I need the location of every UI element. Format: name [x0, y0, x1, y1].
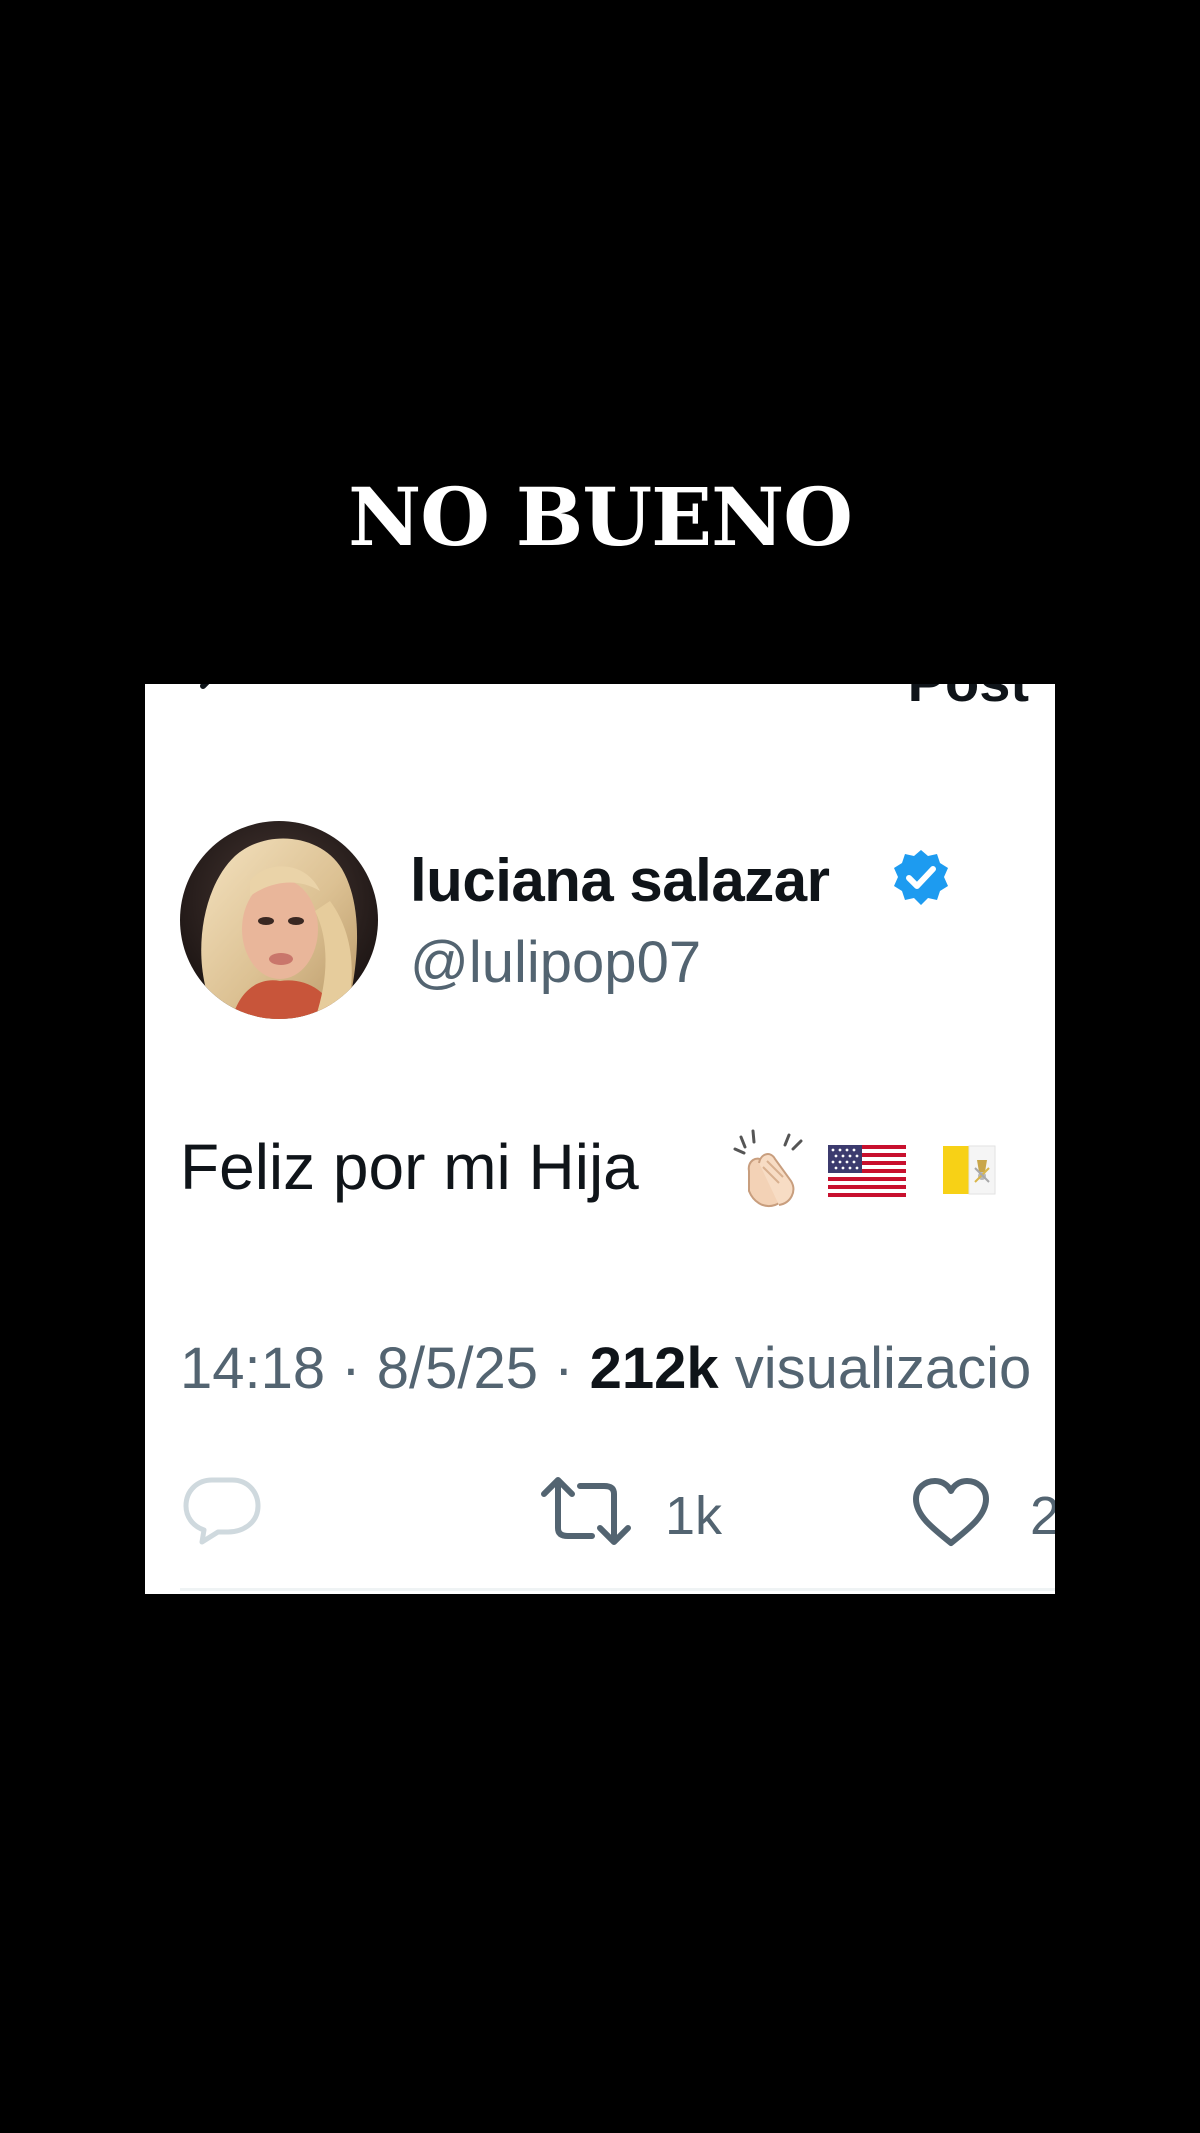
tweet-text: Feliz por mi Hija [180, 1131, 639, 1203]
views-count: 212k [589, 1336, 719, 1401]
verified-badge-icon [894, 850, 948, 905]
vatican-flag-icon [943, 1145, 996, 1195]
avatar[interactable] [180, 821, 378, 1019]
divider [180, 1588, 1055, 1591]
headline: NO BUENO [348, 470, 853, 564]
tweet-date[interactable]: 8/5/25 [377, 1336, 538, 1401]
tweet-card: Post luci [145, 684, 1055, 1594]
retweet-count: 1k [665, 1486, 723, 1546]
retweet-icon[interactable] [540, 1476, 632, 1546]
tweet-meta: 14:18 · 8/5/25 · 212k visualizacio [180, 1334, 1031, 1404]
reply-icon[interactable] [182, 1474, 262, 1546]
back-arrow-icon[interactable] [193, 684, 233, 706]
clapping-hands-icon [733, 1129, 803, 1207]
meta-separator: · [341, 1336, 361, 1401]
like-count: 2 [1030, 1486, 1055, 1546]
tweet-time[interactable]: 14:18 [180, 1336, 325, 1401]
display-name[interactable]: luciana salazar [410, 846, 830, 916]
views-label: visualizacio [734, 1336, 1032, 1401]
meta-separator: · [554, 1336, 574, 1401]
us-flag-icon [828, 1145, 906, 1197]
user-handle[interactable]: @lulipop07 [410, 930, 701, 996]
page-title: Post [908, 684, 1029, 714]
post-header: Post [145, 684, 1055, 714]
like-icon[interactable] [911, 1477, 991, 1547]
